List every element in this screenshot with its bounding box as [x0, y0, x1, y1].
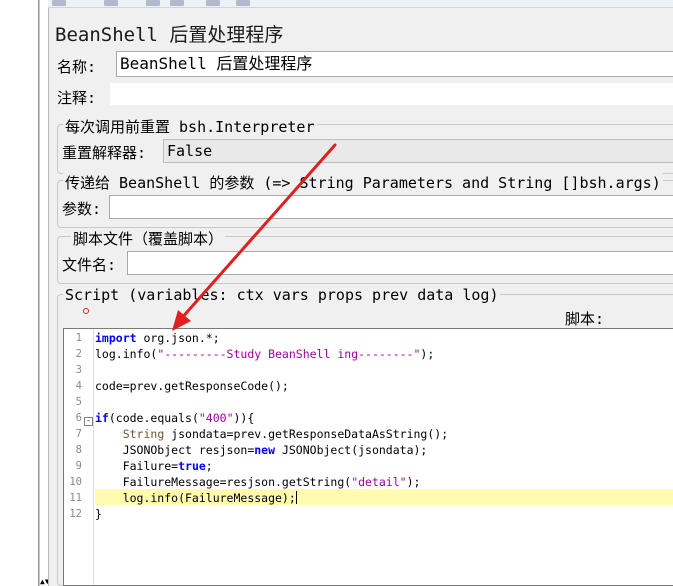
- name-label: 名称:: [57, 58, 97, 76]
- toolbar-icon[interactable]: [52, 0, 66, 6]
- toolbar-icon[interactable]: [236, 0, 250, 6]
- line-number: 2: [75, 348, 82, 360]
- filename-label: 文件名:: [62, 256, 117, 274]
- filename-input[interactable]: [127, 251, 673, 275]
- name-input[interactable]: BeanShell 后置处理程序: [116, 51, 673, 77]
- code-line[interactable]: if(code.equals("400")){: [95, 410, 254, 426]
- line-number: 7: [75, 428, 82, 440]
- tree-panel-edge: [0, 0, 40, 586]
- fold-minus-icon[interactable]: -: [84, 417, 93, 426]
- page-title: BeanShell 后置处理程序: [55, 24, 284, 46]
- line-number-gutter: 1 2 3 4 5 6 7 8 9 10 11 12 -: [64, 329, 94, 585]
- script-file-group-title: 脚本文件（覆盖脚本）: [71, 228, 226, 249]
- code-line[interactable]: code=prev.getResponseCode();: [95, 378, 289, 394]
- line-number: 6: [75, 412, 82, 424]
- parameters-label: 参数:: [62, 200, 102, 218]
- script-editor[interactable]: 1 2 3 4 5 6 7 8 9 10 11 12 - import org.…: [63, 328, 673, 586]
- line-number: 5: [75, 396, 82, 408]
- parameters-group-title: 传递给 BeanShell 的参数 (=> String Parameters …: [63, 172, 663, 193]
- code-line[interactable]: String jsondata=prev.getResponseDataAsSt…: [95, 426, 448, 442]
- toolbar-icon[interactable]: [146, 0, 160, 6]
- code-line[interactable]: log.info("---------Study BeanShell ing--…: [95, 346, 434, 362]
- line-number: 8: [75, 444, 82, 456]
- script-label: 脚本:: [565, 310, 605, 328]
- script-group-title: Script (variables: ctx vars props prev d…: [63, 286, 501, 304]
- toolbar-icon[interactable]: [104, 0, 118, 6]
- line-number: 3: [75, 364, 82, 376]
- annotation-dot: [83, 308, 89, 314]
- code-line[interactable]: log.info(FailureMessage);: [95, 490, 297, 506]
- code-line[interactable]: JSONObject resjson=new JSONObject(jsonda…: [95, 442, 428, 458]
- line-number: 11: [69, 492, 82, 504]
- comment-input[interactable]: [109, 82, 673, 106]
- code-line[interactable]: import org.json.*;: [95, 330, 220, 346]
- toolbar: [48, 0, 673, 8]
- line-number: 12: [69, 508, 82, 520]
- line-number: 10: [69, 476, 82, 488]
- reset-interpreter-label: 重置解释器:: [62, 144, 147, 162]
- code-line[interactable]: }: [95, 506, 102, 522]
- comment-label: 注释:: [57, 89, 97, 107]
- line-number: 9: [75, 460, 82, 472]
- toolbar-icon[interactable]: [170, 0, 184, 6]
- parameters-input[interactable]: [109, 195, 673, 219]
- reset-interpreter-group-title: 每次调用前重置 bsh.Interpreter: [63, 116, 317, 137]
- toolbar-icon[interactable]: [206, 0, 220, 6]
- line-number: 4: [75, 380, 82, 392]
- code-line[interactable]: Failure=true;: [95, 458, 213, 474]
- reset-interpreter-select[interactable]: False: [163, 139, 673, 163]
- beanshell-postprocessor-panel: BeanShell 后置处理程序 名称: BeanShell 后置处理程序 注释…: [48, 8, 673, 586]
- code-line[interactable]: FailureMessage=resjson.getString("detail…: [95, 474, 421, 490]
- line-number: 1: [75, 332, 82, 344]
